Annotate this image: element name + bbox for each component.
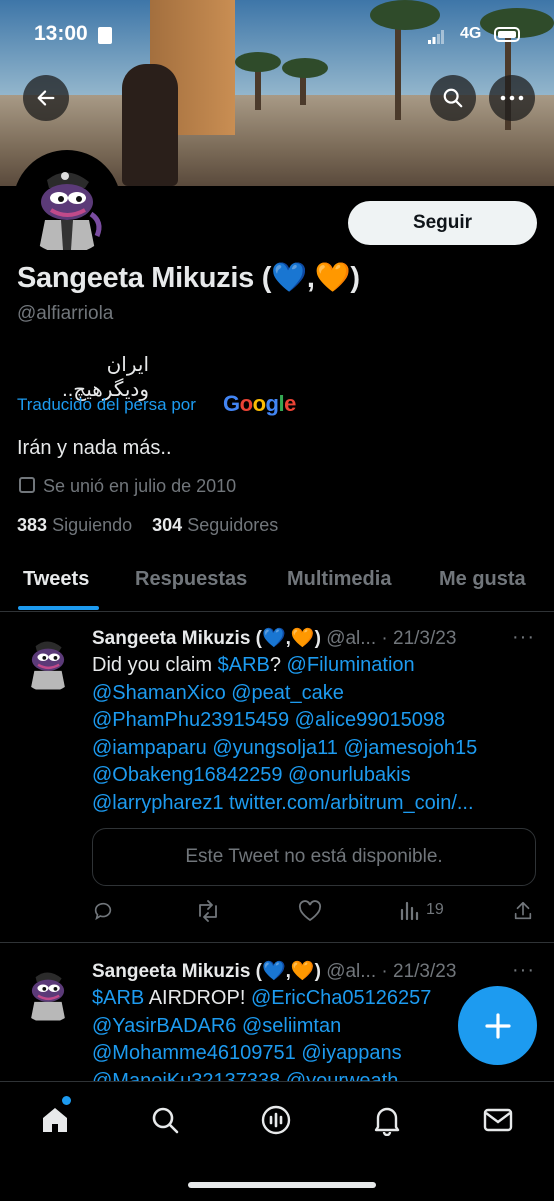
home-indicator <box>188 1182 376 1188</box>
mention-link[interactable]: @Mohamme46109751 @iyappans <box>92 1040 522 1068</box>
nav-messages[interactable] <box>480 1102 516 1138</box>
tweet-author-name[interactable]: Sangeeta Mikuzis (💙,🧡) <box>92 628 321 649</box>
tweet-line: $ARB AIRDROP! @EricCha05126257 <box>92 985 522 1013</box>
status-time: 13:00 <box>34 22 88 45</box>
views-button[interactable]: 19 <box>400 900 444 920</box>
tweet-author-name[interactable]: Sangeeta Mikuzis (💙,🧡) <box>92 961 321 982</box>
more-icon <box>500 95 524 101</box>
nav-notifications[interactable] <box>369 1102 405 1138</box>
mention-link[interactable]: @iampaparu @yungsolja11 @jamesojoh15 <box>92 735 522 763</box>
tweet-actions: 19 <box>92 900 536 924</box>
profile-bio-translated: Irán y nada más.. <box>17 437 172 459</box>
tweet-more-button[interactable]: ··· <box>512 626 535 649</box>
tweet-handle-date: @al... · 21/3/23 <box>326 961 457 982</box>
battery-icon <box>494 27 520 42</box>
mention-link[interactable]: @larrypharez1 twitter.com/arbitrum_coin/… <box>92 790 522 818</box>
views-icon <box>400 901 419 920</box>
active-tab-indicator <box>18 606 99 610</box>
cashtag-link[interactable]: $ARB <box>218 654 270 676</box>
mention-link[interactable]: @Filumination <box>287 654 415 676</box>
followers-count: 304 <box>152 515 183 535</box>
banner-person <box>122 64 178 186</box>
reply-icon <box>94 902 112 921</box>
profile-tabs: Tweets Respuestas Multimedia Me gusta <box>0 556 554 612</box>
calendar-icon <box>19 477 35 493</box>
following-count: 383 <box>17 515 48 535</box>
profile-handle: @alfiarriola <box>17 303 114 324</box>
translated-by-link[interactable]: Traducido del persa por <box>17 395 196 415</box>
back-button[interactable] <box>23 75 69 121</box>
nav-explore[interactable] <box>147 1102 183 1138</box>
search-button[interactable] <box>430 75 476 121</box>
tweet-text-segment: Did you claim <box>92 654 218 676</box>
tweet-header: Sangeeta Mikuzis (💙,🧡) @al... · 21/3/23 <box>92 626 456 650</box>
tweet-avatar[interactable] <box>17 961 79 1023</box>
tweet-text: Did you claim $ARB? @Filumination @Shama… <box>92 652 522 817</box>
follow-button[interactable]: Seguir <box>348 201 537 245</box>
nav-spaces[interactable] <box>258 1102 294 1138</box>
compose-tweet-button[interactable] <box>458 986 537 1065</box>
profile-avatar[interactable] <box>13 150 121 258</box>
quoted-tweet-unavailable: Este Tweet no está disponible. <box>92 828 536 886</box>
share-icon <box>514 901 532 920</box>
reply-button[interactable] <box>92 900 114 922</box>
network-type: 4G <box>460 25 482 42</box>
signal-icon <box>428 30 444 44</box>
google-logo: Google <box>223 391 296 416</box>
tab-media[interactable]: Multimedia <box>287 568 391 591</box>
following-link[interactable]: 383 Siguiendo <box>17 515 132 535</box>
profile-name: Sangeeta Mikuzis (💙,🧡) <box>17 262 360 294</box>
followers-label: Seguidores <box>187 515 279 535</box>
bell-icon <box>374 1107 400 1136</box>
mention-link[interactable]: @PhamPhu23915459 @alice99015098 <box>92 707 522 735</box>
tab-replies[interactable]: Respuestas <box>135 568 247 591</box>
focus-id-icon <box>98 27 112 44</box>
pepe-avatar-image <box>17 630 79 692</box>
follow-stats: 383 Siguiendo 304 Seguidores <box>17 515 278 536</box>
tweet-text-segment: AIRDROP! <box>144 987 251 1009</box>
tweet-text-segment: ? <box>269 654 287 676</box>
like-button[interactable] <box>298 900 322 922</box>
joined-date: Se unió en julio de 2010 <box>43 476 237 496</box>
tab-tweets[interactable]: Tweets <box>23 568 89 591</box>
retweet-icon <box>199 900 217 922</box>
following-label: Siguiendo <box>52 515 133 535</box>
share-button[interactable] <box>512 900 534 922</box>
home-unread-dot <box>62 1096 71 1105</box>
mention-link[interactable]: @ShamanXico @peat_cake <box>92 680 522 708</box>
pepe-avatar-image <box>17 961 79 1023</box>
search-icon <box>443 88 463 108</box>
status-bar: 13:00 4G <box>0 0 554 70</box>
pepe-avatar-image <box>17 154 117 254</box>
spaces-icon <box>261 1105 291 1135</box>
tweet-text: $ARB AIRDROP! @EricCha05126257 @YasirBAD… <box>92 985 522 1081</box>
tweet-handle-date: @al... · 21/3/23 <box>326 628 457 649</box>
search-icon <box>152 1107 179 1134</box>
tweet-header: Sangeeta Mikuzis (💙,🧡) @al... · 21/3/23 <box>92 959 456 983</box>
tweet-line: Did you claim $ARB? @Filumination <box>92 652 522 680</box>
heart-icon <box>298 900 322 922</box>
arrow-left-icon <box>37 90 55 106</box>
home-icon <box>43 1108 67 1132</box>
tweet[interactable]: Sangeeta Mikuzis (💙,🧡) @al... · 21/3/23 … <box>0 612 554 943</box>
mail-icon <box>483 1108 513 1132</box>
views-count: 19 <box>426 901 444 918</box>
tweet-avatar[interactable] <box>17 630 79 692</box>
cashtag-link[interactable]: $ARB <box>92 987 144 1009</box>
tab-likes[interactable]: Me gusta <box>439 568 526 591</box>
retweet-button[interactable] <box>195 900 221 922</box>
mention-link[interactable]: @Obakeng16842259 @onurlubakis <box>92 762 522 790</box>
mention-link[interactable]: @EricCha05126257 <box>251 987 431 1009</box>
followers-link[interactable]: 304 Seguidores <box>152 515 278 535</box>
mention-link[interactable]: @ManojKu32137338 @yourweath... <box>92 1068 522 1082</box>
tweet-more-button[interactable]: ··· <box>512 959 535 982</box>
more-options-button[interactable] <box>489 75 535 121</box>
nav-home[interactable] <box>37 1096 73 1138</box>
plus-icon <box>484 1012 511 1039</box>
